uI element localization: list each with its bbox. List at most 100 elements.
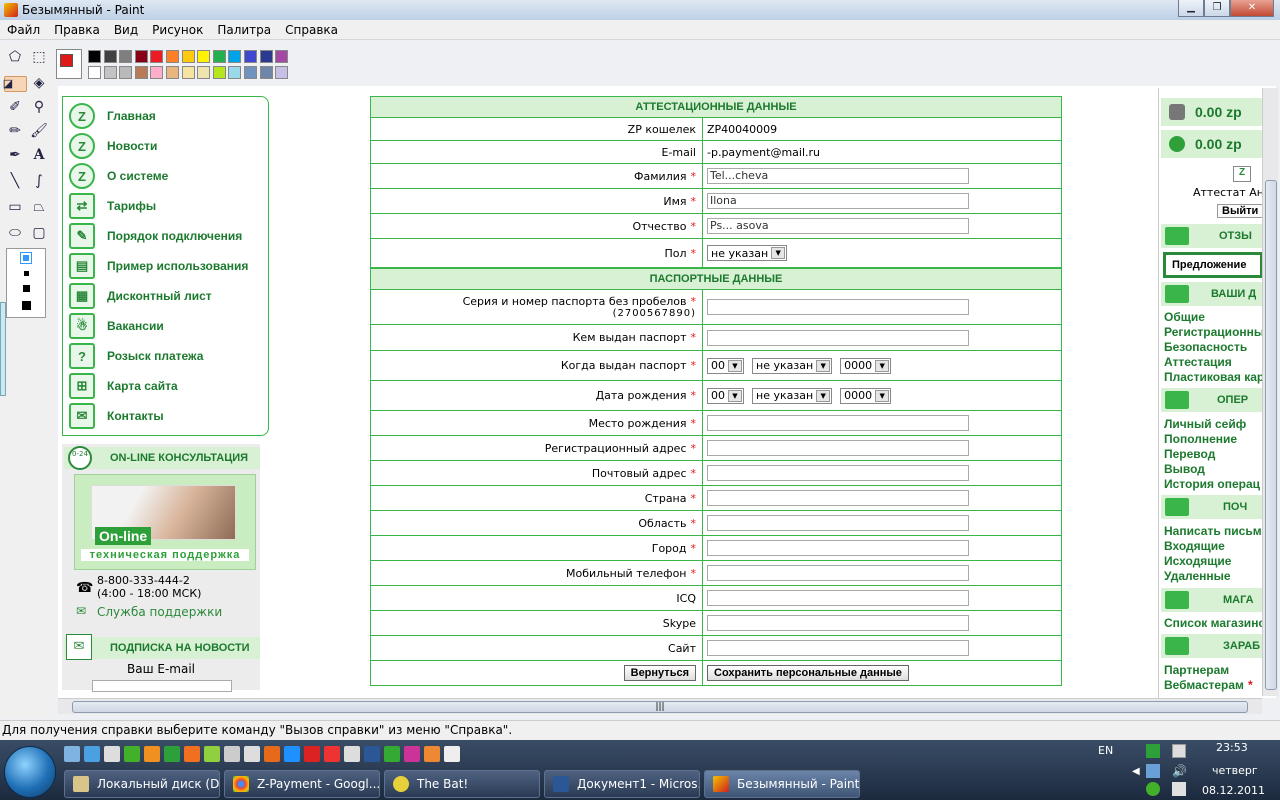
palette-swatch[interactable] <box>88 50 101 63</box>
link-deposit[interactable]: Пополнение <box>1164 432 1237 446</box>
palette-swatch[interactable] <box>212 50 226 63</box>
quick-launch-icon[interactable] <box>164 746 180 762</box>
menu-help[interactable]: Справка <box>278 23 345 37</box>
post-address-input[interactable] <box>707 465 969 481</box>
link-partners[interactable]: Партнерам <box>1164 663 1229 677</box>
quick-launch-icon[interactable] <box>424 746 440 762</box>
quick-launch-icon[interactable] <box>244 746 260 762</box>
palette-swatch[interactable] <box>197 50 211 63</box>
birth-day-select[interactable]: 00 ▼ <box>707 387 744 404</box>
close-button[interactable]: ✕ <box>1230 0 1274 17</box>
palette-swatch[interactable] <box>197 66 211 79</box>
link-webmasters[interactable]: Вебмастерам * <box>1164 678 1253 692</box>
nav-item-usage-example[interactable]: ▤ Пример использования <box>69 251 248 281</box>
skype-input[interactable] <box>707 615 969 631</box>
fill-icon[interactable]: ◈ <box>28 72 50 94</box>
palette-swatch[interactable] <box>259 66 273 79</box>
polygon-icon[interactable]: ⏢ <box>28 196 50 218</box>
pencil-icon[interactable]: ✏ <box>4 120 26 142</box>
menu-view[interactable]: Вид <box>107 23 145 37</box>
start-button[interactable] <box>4 746 56 798</box>
palette-swatch[interactable] <box>275 50 289 63</box>
quick-launch-icon[interactable] <box>384 746 400 762</box>
airbrush-icon[interactable]: ✒ <box>4 144 26 166</box>
brush-icon[interactable]: 🖌 <box>28 120 50 142</box>
language-indicator[interactable]: EN <box>1098 744 1113 757</box>
task-word[interactable]: Документ1 - Micros... <box>544 770 700 798</box>
palette-swatch[interactable] <box>150 50 164 63</box>
nav-item-about[interactable]: ZО системе <box>69 161 168 191</box>
palette-swatch[interactable] <box>212 66 226 79</box>
line-icon[interactable]: ╲ <box>4 170 26 192</box>
nav-item-vacancies[interactable]: ☃ Вакансии <box>69 311 164 341</box>
subscribe-email-input[interactable] <box>92 680 232 692</box>
quick-launch-icon[interactable] <box>444 746 460 762</box>
link-registration[interactable]: Регистрационны <box>1164 325 1262 339</box>
proposal-button[interactable]: Предложение <box>1163 252 1262 278</box>
horizontal-scrollbar[interactable]: ||| <box>58 698 1262 714</box>
link-security[interactable]: Безопасность <box>1164 340 1247 354</box>
nav-item-payment-search[interactable]: ? Розыск платежа <box>69 341 203 371</box>
link-outbox[interactable]: Исходящие <box>1164 554 1231 568</box>
clock-time[interactable]: 23:53 <box>1216 741 1248 754</box>
support-link[interactable]: Служба поддержки <box>97 605 222 619</box>
maximize-button[interactable]: ❐ <box>1204 0 1230 17</box>
site-input[interactable] <box>707 640 969 656</box>
quick-launch-icon[interactable] <box>184 746 200 762</box>
quick-launch-icon[interactable] <box>264 746 280 762</box>
rounded-rect-icon[interactable]: ▢ <box>28 222 50 244</box>
magnifier-icon[interactable]: ⚲ <box>28 96 50 118</box>
quick-launch-icon[interactable] <box>404 746 420 762</box>
tray-green-icon[interactable] <box>1146 782 1160 796</box>
birth-month-select[interactable]: не указан ▼ <box>752 387 833 404</box>
brush-size-options[interactable] <box>6 248 46 318</box>
quick-launch-icon[interactable] <box>64 746 80 762</box>
task-the-bat[interactable]: The Bat! <box>384 770 540 798</box>
rectangle-icon[interactable]: ▭ <box>4 196 26 218</box>
minimize-button[interactable]: ▁ <box>1178 0 1204 17</box>
quick-launch-icon[interactable] <box>84 746 100 762</box>
nav-item-sitemap[interactable]: ⊞ Карта сайта <box>69 371 178 401</box>
tray-flag-icon[interactable] <box>1172 782 1186 796</box>
quick-launch-icon[interactable] <box>144 746 160 762</box>
patronymic-input[interactable]: Ps... asova <box>707 218 969 234</box>
palette-swatch[interactable] <box>166 66 179 79</box>
quick-launch-icon[interactable] <box>204 746 220 762</box>
mobile-input[interactable] <box>707 565 969 581</box>
task-local-disk[interactable]: Локальный диск (D:) <box>64 770 220 798</box>
save-personal-data-button[interactable]: Сохранить персональные данные <box>707 665 909 681</box>
task-chrome[interactable]: Z-Payment - Googl... <box>224 770 380 798</box>
tray-app-icon[interactable] <box>1146 744 1160 758</box>
palette-swatch[interactable] <box>119 50 133 63</box>
icq-input[interactable] <box>707 590 969 606</box>
palette-swatch[interactable] <box>181 50 195 63</box>
quick-launch-icon[interactable] <box>324 746 340 762</box>
name-input[interactable]: Ilona <box>707 193 969 209</box>
link-deleted[interactable]: Удаленные <box>1164 569 1231 583</box>
logout-button[interactable]: Выйти <box>1217 204 1262 218</box>
window-titlebar[interactable]: Безымянный - Paint ▁ ❐ ✕ <box>0 0 1280 20</box>
current-color[interactable] <box>56 49 82 79</box>
curve-icon[interactable]: ∫ <box>28 170 50 192</box>
tray-doc-icon[interactable] <box>1172 744 1186 758</box>
nav-item-home[interactable]: Z Главная <box>69 101 156 131</box>
nav-item-news[interactable]: Z Новости <box>69 131 157 161</box>
palette-swatch[interactable] <box>166 50 179 63</box>
issued-by-input[interactable] <box>707 329 969 346</box>
quick-launch-icon[interactable] <box>104 746 120 762</box>
palette-swatch[interactable] <box>103 66 117 79</box>
palette-swatch[interactable] <box>134 50 148 63</box>
menu-file[interactable]: Файл <box>0 23 47 37</box>
issue-year-select[interactable]: 0000 ▼ <box>840 357 892 374</box>
palette-swatch[interactable] <box>134 66 148 79</box>
issue-month-select[interactable]: не указан ▼ <box>752 357 833 374</box>
link-write-letter[interactable]: Написать письм <box>1164 524 1262 538</box>
palette-swatch[interactable] <box>150 66 164 79</box>
passport-number-input[interactable] <box>707 299 969 315</box>
quick-launch-icon[interactable] <box>304 746 320 762</box>
horizontal-scroll-thumb[interactable]: ||| <box>72 701 1248 713</box>
issue-day-select[interactable]: 00 ▼ <box>707 357 744 374</box>
country-input[interactable] <box>707 490 969 506</box>
palette-swatch[interactable] <box>275 66 289 79</box>
link-history[interactable]: История операц <box>1164 477 1260 491</box>
